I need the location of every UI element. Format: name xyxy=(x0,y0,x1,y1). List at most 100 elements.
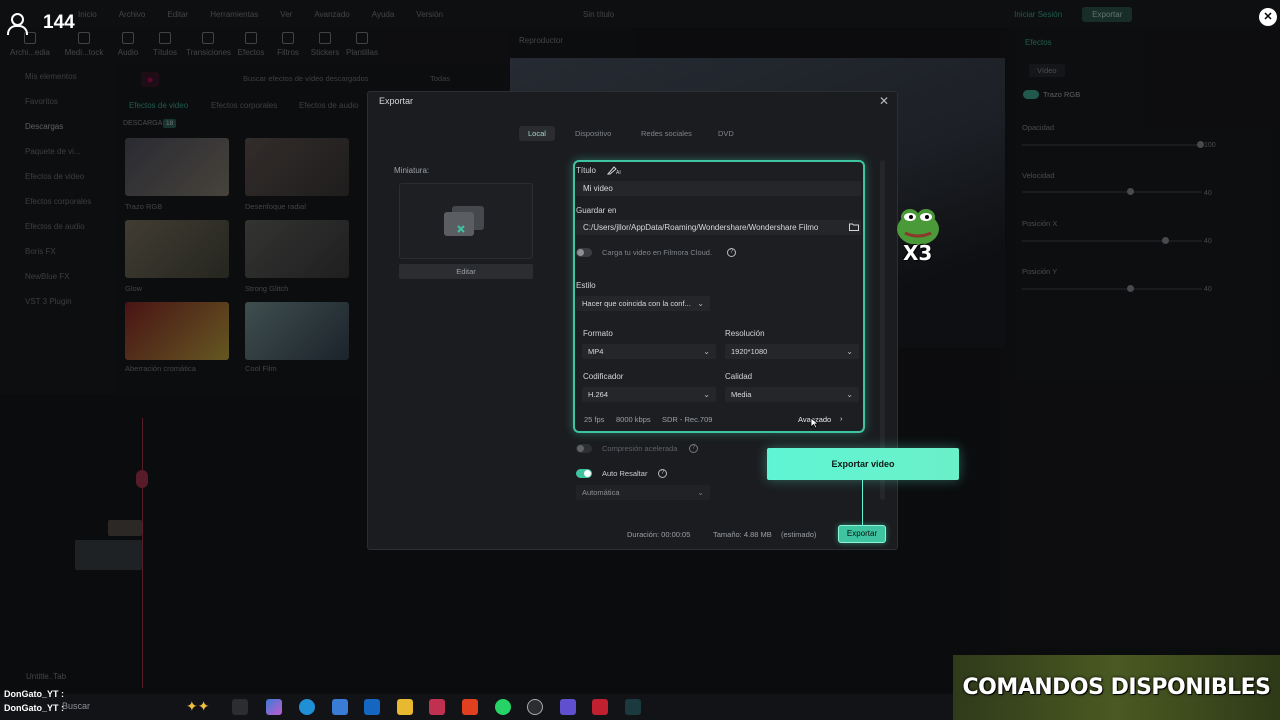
title-input[interactable]: Mi video xyxy=(576,181,861,196)
edit-thumbnail-button[interactable]: Editar xyxy=(399,264,533,279)
tab-dvd[interactable]: DVD xyxy=(709,126,743,141)
discord-icon[interactable] xyxy=(560,699,576,715)
effect-thumb-trazo[interactable] xyxy=(125,138,229,196)
thumbnail-preview[interactable] xyxy=(399,183,533,259)
copilot-icon[interactable] xyxy=(266,699,282,715)
outlook-icon[interactable] xyxy=(364,699,380,715)
explorer-icon[interactable] xyxy=(397,699,413,715)
prop-value[interactable]: 40 xyxy=(1204,238,1212,245)
format-select[interactable]: MP4 ⌄ xyxy=(582,344,716,359)
clock-app-icon[interactable] xyxy=(527,699,543,715)
effect-toggle[interactable] xyxy=(1023,90,1039,99)
tab-efectos[interactable]: Efectos xyxy=(1025,38,1052,47)
prop-value[interactable]: 40 xyxy=(1204,286,1212,293)
sidebar-item-efectos-video[interactable]: Efectos de video xyxy=(0,164,115,189)
effect-thumb-coolfilm[interactable] xyxy=(245,302,349,360)
menu-avanzado[interactable]: Avanzado xyxy=(314,10,349,19)
menu-herramientas[interactable]: Herramientas xyxy=(210,10,258,19)
media-filter[interactable]: Todas xyxy=(430,74,450,83)
effect-clip[interactable] xyxy=(108,520,142,536)
video-clip[interactable] xyxy=(75,540,142,570)
help-icon[interactable]: ? xyxy=(658,469,667,478)
tool-transitions[interactable]: Transiciones xyxy=(186,32,231,57)
encoder-select[interactable]: H.264 ⌄ xyxy=(582,387,716,402)
tool-titles[interactable]: Títulos xyxy=(143,32,187,57)
effect-thumb-glitch[interactable] xyxy=(245,220,349,278)
login-link[interactable]: Iniciar Sesión xyxy=(1014,10,1062,19)
effect-thumb-desenfoque[interactable] xyxy=(245,138,349,196)
menu-ayuda[interactable]: Ayuda xyxy=(372,10,395,19)
menu-ver[interactable]: Ver xyxy=(280,10,292,19)
sidebar-item-descargas[interactable]: Descargas xyxy=(0,114,115,139)
effect-thumb-aberracion[interactable] xyxy=(125,302,229,360)
filmora-icon[interactable] xyxy=(625,699,641,715)
effect-label: Cool Film xyxy=(245,364,277,373)
posx-slider[interactable] xyxy=(1022,237,1202,244)
auto-highlight-toggle[interactable] xyxy=(576,469,592,478)
posy-slider[interactable] xyxy=(1022,285,1202,292)
edge-icon[interactable] xyxy=(299,699,315,715)
sidebar-item-paquete[interactable]: Paquete de vi... xyxy=(0,139,115,164)
prop-value[interactable]: 100 xyxy=(1204,142,1216,149)
playhead[interactable] xyxy=(142,418,143,688)
sidebar-item-mis-elementos[interactable]: Mis elementos xyxy=(0,64,115,89)
prop-value[interactable]: 40 xyxy=(1204,190,1212,197)
quality-select[interactable]: Media ⌄ xyxy=(725,387,859,402)
close-icon[interactable]: ✕ xyxy=(879,94,889,108)
help-icon[interactable]: ? xyxy=(689,444,698,453)
tab-efectos-audio[interactable]: Efectos de audio xyxy=(299,101,359,110)
playhead-marker[interactable] xyxy=(136,470,148,488)
menu-editar[interactable]: Editar xyxy=(167,10,188,19)
taskbar-search[interactable]: Buscar xyxy=(62,701,90,711)
tab-redes-sociales[interactable]: Redes sociales xyxy=(632,126,701,141)
resolution-select[interactable]: 1920*1080 ⌄ xyxy=(725,344,859,359)
menu-archivo[interactable]: Archivo xyxy=(119,10,146,19)
sidebar-item-newblue[interactable]: NewBlue FX xyxy=(0,264,115,289)
app-v-icon[interactable] xyxy=(429,699,445,715)
speed-slider[interactable] xyxy=(1022,188,1202,195)
effect-label: Glow xyxy=(125,284,143,293)
sidebar-item-vst[interactable]: VST 3 Plugin xyxy=(0,289,115,314)
sidebar-item-favoritos[interactable]: Favoritos xyxy=(0,89,115,114)
tool-label: Plantillas xyxy=(345,48,378,57)
opacity-slider[interactable] xyxy=(1022,141,1204,148)
filter-icon xyxy=(282,32,294,44)
sidebar-item-boris[interactable]: Boris FX xyxy=(0,239,115,264)
export-video-callout[interactable]: Exportar video xyxy=(767,448,959,480)
effect-thumb-glow[interactable] xyxy=(125,220,229,278)
menu-inicio[interactable]: Inicio xyxy=(78,10,97,19)
app-red-icon[interactable] xyxy=(592,699,608,715)
media-chip[interactable]: ◆ xyxy=(141,72,160,87)
thumbnail-label: Miniatura: xyxy=(394,166,430,175)
task-view-icon[interactable] xyxy=(232,699,248,715)
effect-label: Aberración cromática xyxy=(125,364,196,373)
export-button[interactable]: Exportar xyxy=(838,525,886,543)
tool-media[interactable]: Archi...edia xyxy=(8,32,52,57)
tool-label: Audio xyxy=(117,48,139,57)
media-search[interactable]: Buscar efectos de vídeo descargados xyxy=(243,74,369,83)
save-path-input[interactable]: C:/Users/jllor/AppData/Roaming/Wondersha… xyxy=(576,220,861,235)
close-overlay-icon[interactable]: ✕ xyxy=(1259,8,1277,26)
style-select[interactable]: Hacer que coincida con la conf... ⌄ xyxy=(576,296,710,311)
sidebar-item-efectos-audio[interactable]: Efectos de audio xyxy=(0,214,115,239)
compression-toggle[interactable] xyxy=(576,444,592,453)
brave-icon[interactable] xyxy=(462,699,478,715)
tool-templates[interactable]: Plantillas xyxy=(340,32,384,57)
tool-stock[interactable]: Medi...tock xyxy=(62,32,106,57)
tab-video[interactable]: Vídeo xyxy=(1029,64,1065,77)
tab-efectos-corporales[interactable]: Efectos corporales xyxy=(211,101,277,110)
auto-highlight-select[interactable]: Automática ⌄ xyxy=(576,485,710,500)
tab-dispositivo[interactable]: Dispositivo xyxy=(566,126,620,141)
top-export-button[interactable]: Exportar xyxy=(1082,6,1133,22)
menu-version[interactable]: Versión xyxy=(416,10,443,19)
help-icon[interactable]: ? xyxy=(727,248,736,257)
store-icon[interactable] xyxy=(332,699,348,715)
chevron-right-icon[interactable]: › xyxy=(840,414,843,423)
tab-local[interactable]: Local xyxy=(519,126,555,141)
folder-icon[interactable] xyxy=(849,223,859,231)
sidebar-item-efectos-corporales[interactable]: Efectos corporales xyxy=(0,189,115,214)
tab-efectos-video[interactable]: Efectos de video xyxy=(129,101,188,110)
ai-edit-icon[interactable]: AI xyxy=(607,165,621,175)
cloud-toggle[interactable] xyxy=(576,248,592,257)
whatsapp-icon[interactable] xyxy=(495,699,511,715)
